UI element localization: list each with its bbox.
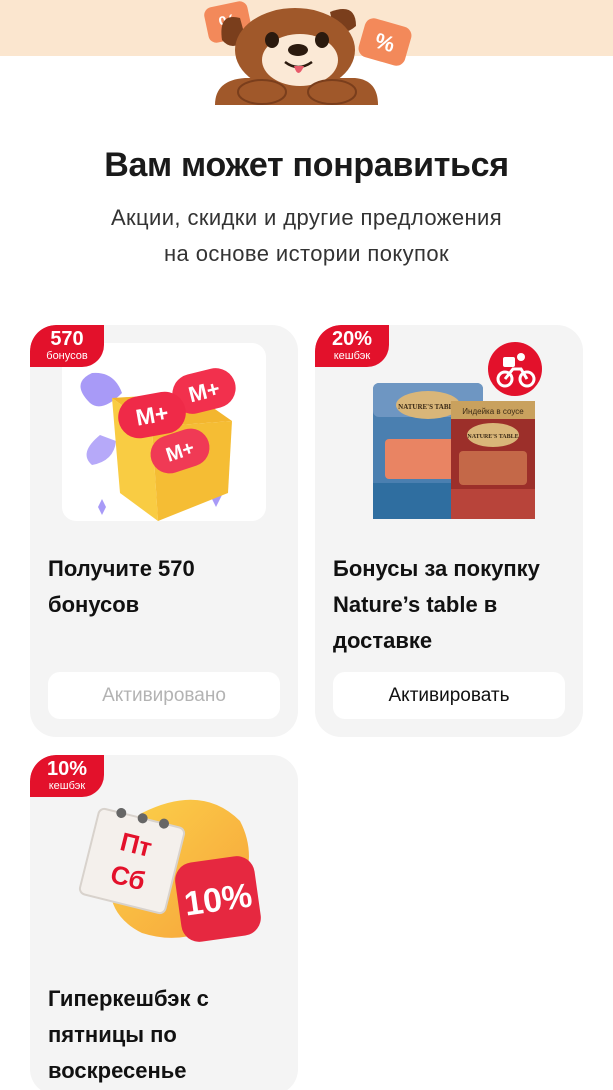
badge-caption: кешбэк xyxy=(333,350,371,362)
dog-illustration: % % xyxy=(204,1,412,105)
offer-title: Получите 570 бонусов xyxy=(48,556,195,617)
cashback-badge: 10% кешбэк xyxy=(30,755,104,797)
offer-card-natures-table[interactable]: NATURE'S TABLE Индейка в соусе NATURE'S … xyxy=(315,325,583,737)
gift-box-m-plus-icon: М+ М+ М+ xyxy=(62,343,266,521)
activated-button: Активировано xyxy=(48,672,280,719)
offer-title: Бонусы за покупку Nature’s table в доста… xyxy=(333,556,540,653)
courier-bike-icon xyxy=(488,342,542,396)
offer-card-hypercashback[interactable]: Пт Сб 10% 10% кешбэк Гиперкешбэк с пятни… xyxy=(30,755,298,1090)
page-title: Вам может понравиться xyxy=(104,146,509,184)
badge-caption: бонусов xyxy=(46,350,88,362)
page-subtitle: Акции, скидки и другие предложения на ос… xyxy=(60,200,553,272)
activate-button[interactable]: Активировать xyxy=(333,672,565,719)
svg-text:NATURE'S TABLE: NATURE'S TABLE xyxy=(467,434,518,440)
badge-value: 10% xyxy=(46,758,88,780)
calendar-10-percent-icon: Пт Сб 10% xyxy=(62,773,266,951)
bonus-badge: 570 бонусов xyxy=(30,325,104,367)
subtitle-line-1: Акции, скидки и другие предложения xyxy=(110,205,503,230)
cashback-badge: 20% кешбэк xyxy=(315,325,389,367)
svg-text:Индейка в соусе: Индейка в соусе xyxy=(462,407,524,416)
percent-tag-right-icon: % xyxy=(358,18,412,66)
svg-text:NATURE'S TABLE: NATURE'S TABLE xyxy=(398,403,458,411)
badge-value: 570 xyxy=(50,328,84,350)
badge-caption: кешбэк xyxy=(48,780,86,792)
offer-card-bonus[interactable]: М+ М+ М+ 570 бонусов Получите 570 бонусо… xyxy=(30,325,298,737)
subtitle-line-2: на основе истории покупок xyxy=(164,241,449,266)
offer-title: Гиперкешбэк с пятницы по воскресенье xyxy=(48,986,209,1083)
badge-value: 20% xyxy=(331,328,373,350)
